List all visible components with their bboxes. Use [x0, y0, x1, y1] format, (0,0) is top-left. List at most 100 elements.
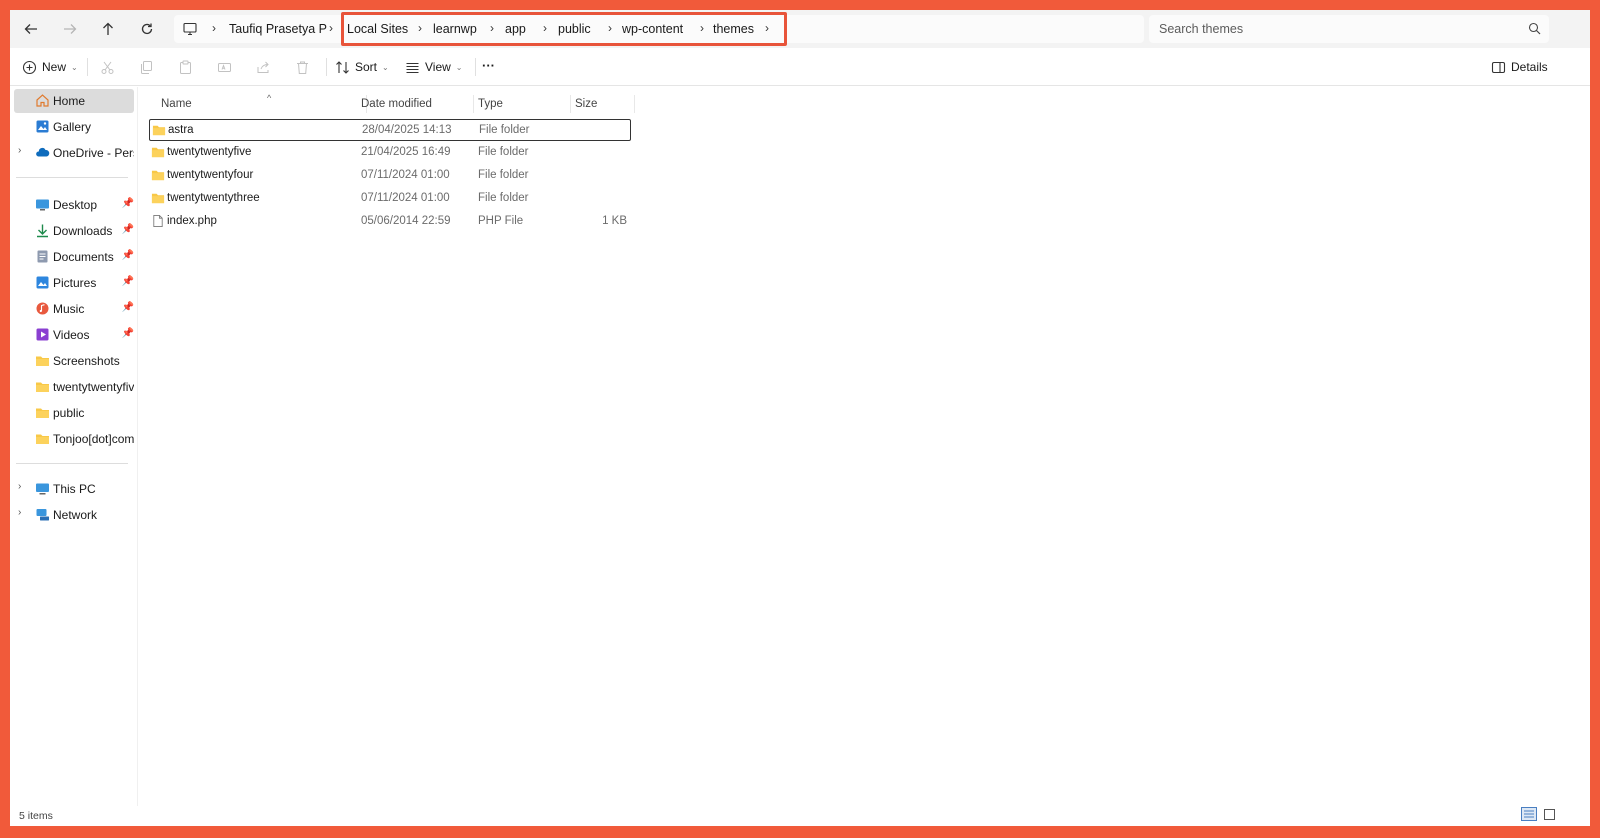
search-icon[interactable]: [1528, 22, 1541, 35]
file-size: 1 KB: [602, 215, 627, 227]
details-button[interactable]: Details: [1491, 57, 1548, 77]
sidebar-item-onedrive[interactable]: › OneDrive - Persona: [14, 141, 134, 165]
sidebar-item-screenshots[interactable]: Screenshots: [14, 349, 134, 373]
videos-icon: [35, 327, 50, 342]
rename-icon: [218, 62, 231, 72]
sidebar-item-documents[interactable]: Documents 📌: [14, 245, 134, 269]
delete-button[interactable]: [295, 57, 310, 77]
rename-button[interactable]: [217, 57, 232, 77]
sidebar-item-tonjoo[interactable]: Tonjoo[dot]com Ca: [14, 427, 134, 451]
sidebar-item-this-pc[interactable]: › This PC: [14, 477, 134, 501]
sidebar-item-label: Home: [53, 94, 86, 108]
clipboard-icon: [180, 60, 191, 74]
pictures-icon: [35, 275, 50, 290]
folder-icon: [35, 379, 50, 394]
sort-label: Sort: [355, 60, 378, 74]
file-name: twentytwentyfive: [167, 146, 252, 158]
sidebar-item-desktop[interactable]: Desktop 📌: [14, 193, 134, 217]
plus-circle-icon: [22, 60, 37, 74]
table-row[interactable]: astra 28/04/2025 14:13 File folder: [149, 119, 631, 141]
file-date: 21/04/2025 16:49: [361, 146, 451, 158]
file-icon: [153, 214, 163, 228]
cut-button[interactable]: [100, 57, 115, 77]
table-row[interactable]: twentytwentyfive 21/04/2025 16:49 File f…: [149, 142, 631, 164]
pin-icon[interactable]: 📌: [122, 198, 134, 209]
toolbar-divider: [475, 58, 476, 76]
details-view-icon[interactable]: [1521, 807, 1537, 821]
sidebar-item-gallery[interactable]: Gallery: [14, 115, 134, 139]
chevron-right-icon[interactable]: ›: [18, 145, 21, 156]
column-header-type[interactable]: Type: [474, 95, 571, 113]
chevron-right-icon: ›: [212, 21, 216, 35]
pin-icon[interactable]: 📌: [122, 328, 134, 339]
back-button[interactable]: [18, 16, 44, 42]
sidebar-item-pictures[interactable]: Pictures 📌: [14, 271, 134, 295]
paste-button[interactable]: [178, 57, 193, 77]
folder-icon: [35, 405, 50, 420]
breadcrumb-highlight: [341, 12, 787, 46]
chevron-right-icon[interactable]: ›: [18, 481, 21, 492]
share-button[interactable]: [256, 57, 271, 77]
file-explorer-window: › Taufiq Prasetya P › Local Sites › lear…: [10, 10, 1590, 826]
toolbar-divider: [87, 58, 88, 76]
column-header-name[interactable]: Name ^: [157, 93, 367, 113]
sidebar-item-videos[interactable]: Videos 📌: [14, 323, 134, 347]
sidebar-item-label: OneDrive - Persona: [53, 146, 134, 160]
column-header-date[interactable]: Date modified: [357, 95, 474, 113]
pin-icon[interactable]: 📌: [122, 302, 134, 313]
up-button[interactable]: [95, 16, 121, 42]
sort-button[interactable]: Sort ⌄: [335, 57, 389, 77]
status-bar: 5 items: [10, 806, 1590, 826]
pin-icon[interactable]: 📌: [122, 224, 134, 235]
column-header-size[interactable]: Size: [571, 95, 635, 113]
sort-ascending-icon: ^: [267, 93, 272, 103]
table-row[interactable]: twentytwentythree 07/11/2024 01:00 File …: [149, 188, 631, 210]
arrow-up-icon: [103, 22, 113, 35]
pin-icon[interactable]: 📌: [122, 250, 134, 261]
sidebar-divider: [16, 463, 128, 464]
table-row[interactable]: index.php 05/06/2014 22:59 PHP File 1 KB: [149, 211, 631, 233]
arrow-right-icon: [64, 24, 77, 34]
sidebar-item-network[interactable]: › Network: [14, 503, 134, 527]
file-date: 05/06/2014 22:59: [361, 215, 451, 227]
large-icons-view-icon[interactable]: [1542, 807, 1558, 821]
sidebar-item-music[interactable]: Music 📌: [14, 297, 134, 321]
documents-icon: [35, 249, 50, 264]
sidebar-item-downloads[interactable]: Downloads 📌: [14, 219, 134, 243]
search-box[interactable]: [1149, 15, 1549, 43]
file-name: astra: [168, 124, 194, 136]
copy-button[interactable]: [139, 57, 154, 77]
view-button[interactable]: View ⌄: [405, 57, 463, 77]
folder-icon: [35, 353, 50, 368]
home-icon: [35, 93, 50, 108]
more-options-button[interactable]: ···: [482, 55, 495, 75]
sidebar-item-label: public: [53, 406, 85, 420]
this-pc-icon: [35, 481, 50, 496]
onedrive-icon: [35, 145, 50, 160]
chevron-down-icon: ⌄: [71, 62, 78, 72]
sidebar-item-twentytwentyfive[interactable]: twentytwentyfive: [14, 375, 134, 399]
folder-icon: [151, 170, 165, 181]
chevron-down-icon: ⌄: [382, 62, 389, 72]
copy-icon: [141, 60, 152, 74]
forward-button[interactable]: [57, 16, 83, 42]
details-pane-icon: [1491, 61, 1506, 73]
chevron-right-icon[interactable]: ›: [325, 21, 337, 35]
pin-icon[interactable]: 📌: [122, 276, 134, 287]
sidebar-item-label: twentytwentyfive: [53, 380, 134, 394]
search-input[interactable]: [1149, 15, 1549, 43]
column-header-label: Date modified: [361, 98, 432, 110]
sidebar-item-public[interactable]: public: [14, 401, 134, 425]
sidebar-item-home[interactable]: Home: [14, 89, 134, 113]
refresh-button[interactable]: [134, 16, 160, 42]
new-label: New: [42, 60, 67, 74]
table-row[interactable]: twentytwentyfour 07/11/2024 01:00 File f…: [149, 165, 631, 187]
breadcrumb-item[interactable]: Taufiq Prasetya P: [229, 22, 327, 36]
sidebar-item-label: Gallery: [53, 120, 92, 134]
arrow-left-icon: [24, 24, 37, 34]
sidebar-item-label: This PC: [53, 482, 96, 496]
music-icon: [35, 301, 50, 316]
chevron-right-icon[interactable]: ›: [18, 507, 21, 518]
new-button[interactable]: New ⌄: [22, 57, 78, 77]
file-date: 07/11/2024 01:00: [361, 169, 450, 181]
